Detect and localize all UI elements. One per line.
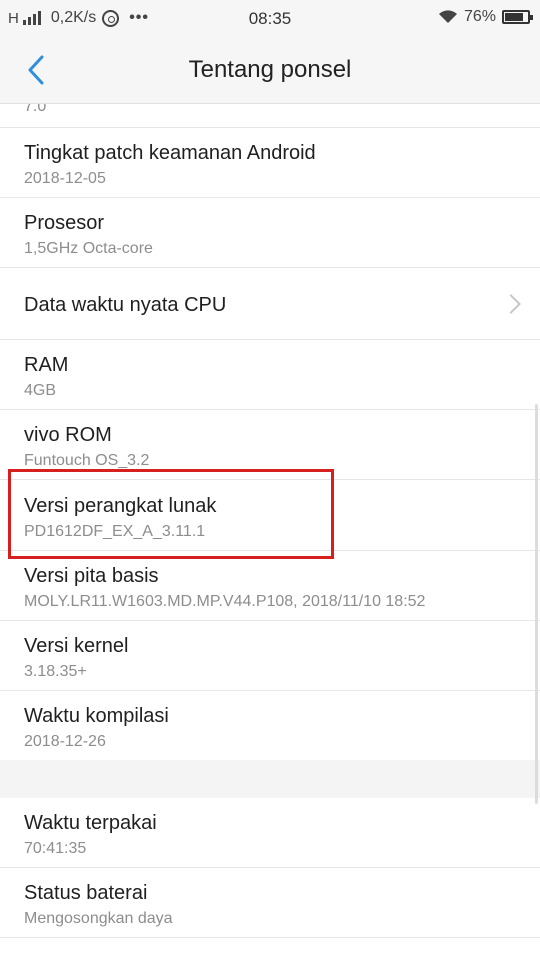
list-item-baseband-version[interactable]: Versi pita basis MOLY.LR11.W1603.MD.MP.V…	[0, 551, 540, 621]
list-item-value: 7.0	[24, 104, 47, 115]
list-item-title: Data waktu nyata CPU	[24, 294, 227, 316]
list-item-title: RAM	[24, 354, 69, 376]
highlight-box	[8, 469, 334, 559]
app-header: Tentang ponsel	[0, 36, 540, 104]
list-item-title: Status baterai	[24, 882, 148, 904]
list-item-title: vivo ROM	[24, 424, 112, 446]
list-item-title: Tingkat patch keamanan Android	[24, 142, 316, 164]
list-item-value: 4GB	[24, 382, 57, 399]
list-item-clipped: 7.0	[0, 104, 540, 128]
list-item-value: 3.18.35+	[24, 663, 87, 680]
list-item-title: Prosesor	[24, 212, 105, 234]
list-item-cpu-realtime[interactable]: Data waktu nyata CPU	[0, 268, 540, 340]
list-item-kernel-version[interactable]: Versi kernel 3.18.35+	[0, 621, 540, 691]
list-item-title: Waktu terpakai	[24, 812, 157, 834]
list-item-value: Mengosongkan daya	[24, 910, 173, 927]
list-item-value: 70:41:35	[24, 840, 87, 857]
battery-percent: 76%	[463, 8, 496, 25]
list-item-value: Funtouch OS_3.2	[24, 452, 150, 469]
section-divider	[0, 760, 540, 798]
wifi-icon	[438, 10, 457, 23]
list-item-value: MOLY.LR11.W1603.MD.MP.V44.P108, 2018/11/…	[24, 593, 426, 610]
list-item-title: Waktu kompilasi	[24, 705, 169, 727]
scrollbar[interactable]	[535, 404, 538, 804]
status-bar: H 0,2K/s ••• 08:35 76%	[0, 0, 540, 36]
list-item-value: 1,5GHz Octa-core	[24, 240, 153, 257]
list-item-title: Versi kernel	[24, 635, 129, 657]
list-item-security-patch[interactable]: Tingkat patch keamanan Android 2018-12-0…	[0, 128, 540, 198]
battery-icon	[502, 10, 533, 24]
list-item-value: 2018-12-05	[24, 170, 106, 187]
list-item-value: 2018-12-26	[24, 733, 106, 750]
list-item-title: Versi pita basis	[24, 565, 159, 587]
list-item-ram[interactable]: RAM 4GB	[0, 340, 540, 410]
list-item-processor[interactable]: Prosesor 1,5GHz Octa-core	[0, 198, 540, 268]
list-item-uptime[interactable]: Waktu terpakai 70:41:35	[0, 798, 540, 868]
page-title: Tentang ponsel	[188, 56, 352, 83]
chevron-right-icon	[501, 294, 521, 314]
list-item-build-time[interactable]: Waktu kompilasi 2018-12-26	[0, 691, 540, 760]
list-item-battery-status[interactable]: Status baterai Mengosongkan daya	[0, 868, 540, 938]
status-right: 76%	[438, 8, 533, 26]
